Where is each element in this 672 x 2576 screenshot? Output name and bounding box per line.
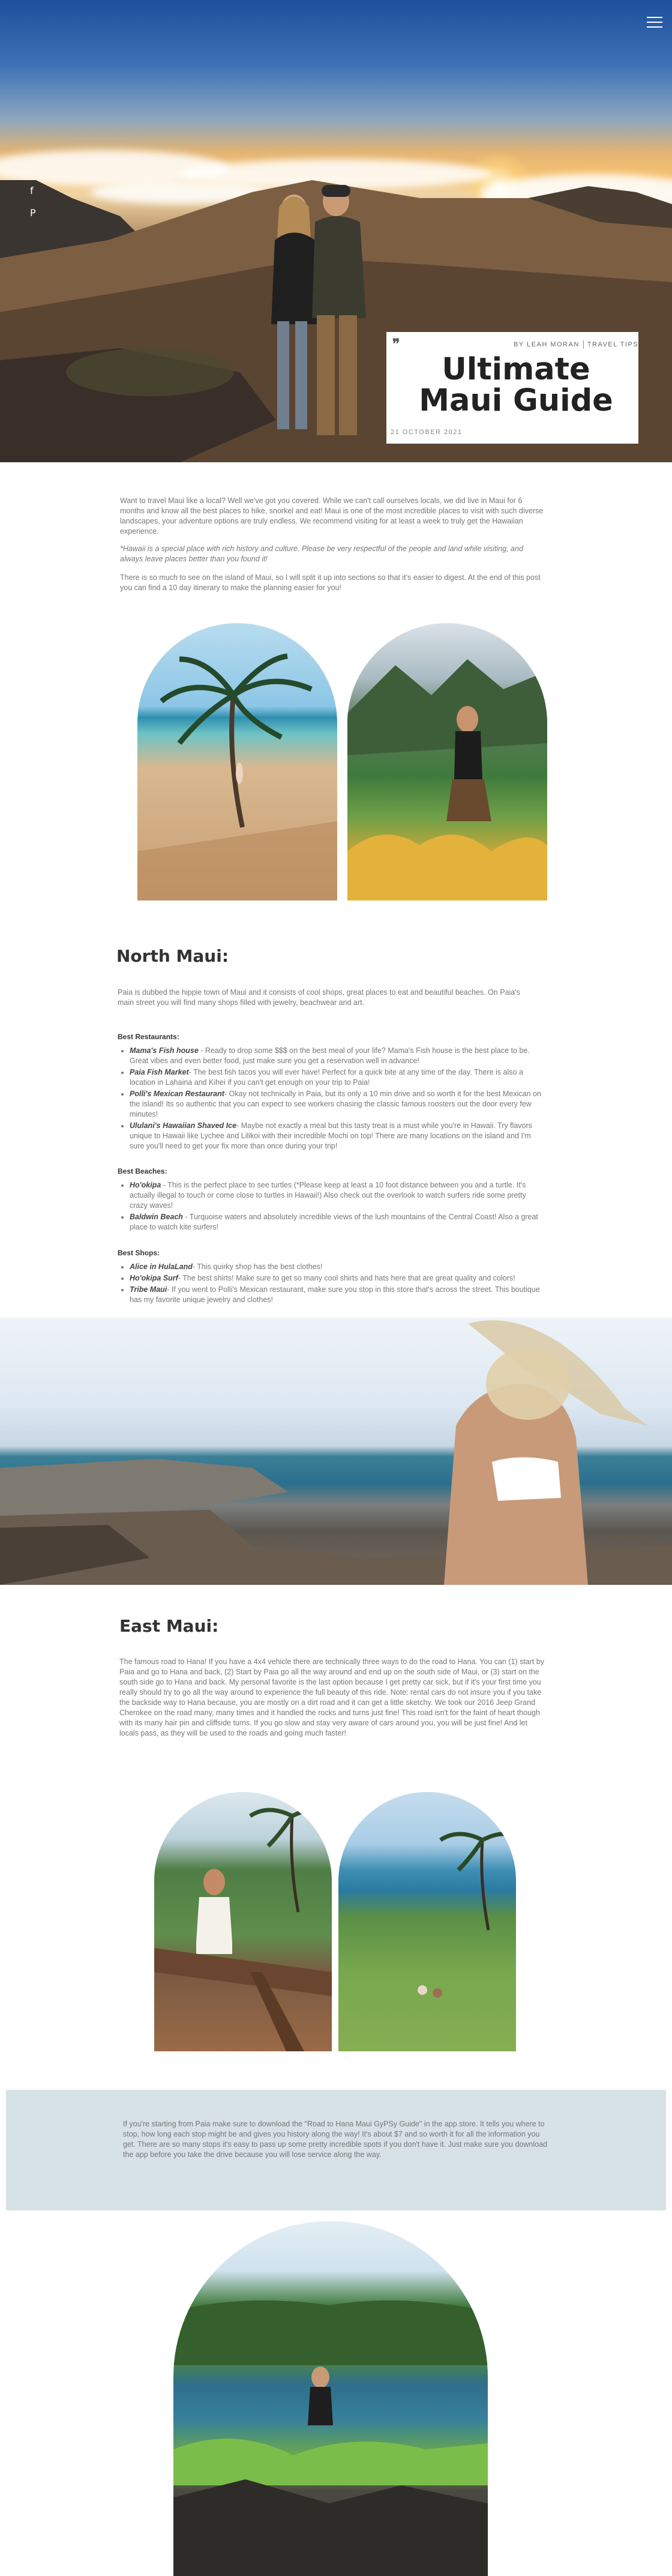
facebook-icon[interactable]: f: [30, 185, 34, 196]
quote-icon: ❜❜: [392, 336, 400, 352]
shops-section: Best Shops: Alice in HulaLand- This quir…: [118, 1249, 544, 1306]
list-item: Alice in HulaLand- This quirky shop has …: [130, 1262, 544, 1272]
list-item: Ho'okipa - This is the perfect place to …: [130, 1180, 544, 1211]
section-heading-east: East Maui:: [119, 1616, 219, 1636]
coast-banner-photo: [0, 1318, 672, 1585]
restaurants-label: Best Restaurants:: [118, 1033, 179, 1041]
list-item: Ho'okipa Surf- The best shirts! Make sur…: [130, 1273, 544, 1283]
waianapanapa-photo: [173, 2221, 488, 2576]
jungle-woman-photo: [347, 623, 547, 900]
shops-label: Best Shops:: [118, 1249, 160, 1257]
intro-paragraph-2: There is so much to see on the island of…: [120, 573, 541, 592]
woman-rail-photo: [154, 1792, 332, 2051]
beaches-label: Best Beaches:: [118, 1167, 167, 1175]
lawn-ocean-photo: [338, 1792, 516, 2051]
list-item: Tribe Maui- If you went to Polli's Mexic…: [130, 1285, 544, 1305]
page-title: Ultimate Maui Guide: [419, 352, 613, 418]
restaurants-section: Best Restaurants: Mama's Fish house - Re…: [118, 1033, 544, 1153]
callout-text: If you're starting from Paia make sure t…: [123, 2120, 547, 2159]
post-byline: BY LEAH MORAN TRAVEL TIPS: [514, 340, 638, 349]
pinterest-icon[interactable]: P: [30, 207, 36, 219]
beach-palm-photo: [137, 623, 337, 900]
list-item: Baldwin Beach - Turquoise waters and abs…: [130, 1212, 544, 1232]
list-item: Ululani's Hawaiian Shaved Ice- Maybe not…: [130, 1121, 544, 1151]
north-intro: Paia is dubbed the hippie town of Maui a…: [118, 988, 520, 1007]
east-paragraph: The famous road to Hana! If you have a 4…: [119, 1658, 545, 1737]
category-link[interactable]: TRAVEL TIPS: [587, 341, 638, 348]
beaches-section: Best Beaches: Ho'okipa - This is the per…: [118, 1167, 544, 1234]
list-item: Polli's Mexican Restaurant- Okay not tec…: [130, 1089, 544, 1120]
intro-paragraph: Want to travel Maui like a local? Well w…: [120, 496, 544, 535]
hamburger-menu-icon[interactable]: [647, 17, 662, 30]
section-heading-north: North Maui:: [116, 946, 229, 966]
intro-note: *Hawaii is a special place with rich his…: [120, 544, 523, 563]
post-date: 21 OCTOBER 2021: [391, 429, 463, 436]
list-item: Paia Fish Market- The best fish tacos yo…: [130, 1067, 544, 1088]
author-link[interactable]: BY LEAH MORAN: [514, 341, 580, 348]
list-item: Mama's Fish house - Ready to drop some $…: [130, 1046, 544, 1066]
